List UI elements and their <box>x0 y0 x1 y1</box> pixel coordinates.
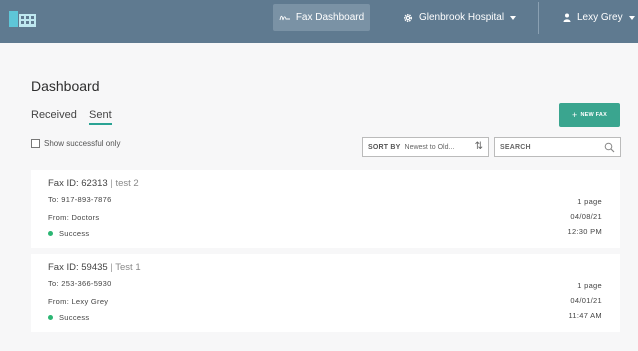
page-count: 1 page <box>577 197 602 206</box>
fax-time: 12:30 PM <box>567 227 602 236</box>
fax-recipient: To: 253-366-5930 <box>48 279 112 288</box>
fax-name: Test 1 <box>115 262 141 273</box>
plus-icon: + <box>572 110 578 120</box>
hospital-selector[interactable]: Glenbrook Hospital <box>403 4 517 31</box>
fax-id-separator: | <box>110 262 113 273</box>
fax-dashboard-tab[interactable]: Fax Dashboard <box>273 4 370 31</box>
fax-id-separator: | <box>110 178 113 189</box>
chevron-down-icon <box>628 15 635 20</box>
status-label: Success <box>59 313 90 322</box>
fax-name: test 2 <box>115 178 139 189</box>
signature-icon <box>279 15 290 20</box>
sort-order-icon[interactable]: ⇅ <box>475 141 483 152</box>
hospital-label: Glenbrook Hospital <box>419 12 505 23</box>
sort-label: SORT BY <box>368 143 401 151</box>
fax-id: 59435 <box>81 262 108 273</box>
sort-dropdown[interactable]: SORT BY Newest to Old... ⇅ <box>362 137 489 157</box>
app-logo-icon[interactable] <box>8 9 38 29</box>
fax-id-label: Fax ID: <box>48 178 79 189</box>
fax-meta: 1 page 04/01/21 11:47 AM <box>568 278 602 323</box>
fax-sender: From: Lexy Grey <box>48 297 109 306</box>
fax-date: 04/08/21 <box>570 212 602 221</box>
user-icon <box>563 13 571 22</box>
new-fax-button[interactable]: + NEW FAX <box>559 103 620 127</box>
fax-time: 11:47 AM <box>568 311 602 320</box>
fax-recipient: To: 917-893-7876 <box>48 195 112 204</box>
fax-id-line: Fax ID: 62313 | test 2 <box>48 178 139 189</box>
show-successful-toggle[interactable]: Show successful only <box>31 139 120 148</box>
fax-card[interactable]: Fax ID: 59435 | Test 1 To: 253-366-5930 … <box>31 254 620 332</box>
status-label: Success <box>59 229 90 238</box>
gear-icon <box>403 13 413 22</box>
new-fax-label: NEW FAX <box>580 112 607 118</box>
tab-sent[interactable]: Sent <box>89 109 112 125</box>
fax-date: 04/01/21 <box>570 296 602 305</box>
sort-value: Newest to Old... <box>404 143 455 151</box>
status-badge: Success <box>48 313 89 322</box>
page-title: Dashboard <box>31 78 100 94</box>
user-name: Lexy Grey <box>577 12 623 23</box>
fax-id-label: Fax ID: <box>48 262 79 273</box>
search-input[interactable]: SEARCH <box>494 137 621 157</box>
header-divider <box>538 2 539 34</box>
fax-meta: 1 page 04/08/21 12:30 PM <box>567 194 602 239</box>
page-count: 1 page <box>577 281 602 290</box>
fax-id-line: Fax ID: 59435 | Test 1 <box>48 262 141 273</box>
fax-card[interactable]: Fax ID: 62313 | test 2 To: 917-893-7876 … <box>31 170 620 248</box>
tab-received[interactable]: Received <box>31 109 77 121</box>
status-badge: Success <box>48 229 89 238</box>
show-successful-label: Show successful only <box>44 139 121 148</box>
user-menu[interactable]: Lexy Grey <box>563 4 635 31</box>
search-icon[interactable] <box>604 142 615 153</box>
success-dot-icon <box>48 231 53 236</box>
search-placeholder: SEARCH <box>500 143 531 151</box>
success-dot-icon <box>48 315 53 320</box>
fax-dashboard-label: Fax Dashboard <box>295 12 365 23</box>
fax-sender: From: Doctors <box>48 213 100 222</box>
top-navigation-bar: Fax Dashboard Glenbrook Hospital Lexy Gr… <box>0 0 638 43</box>
fax-id: 62313 <box>81 178 108 189</box>
show-successful-checkbox[interactable] <box>31 139 40 148</box>
chevron-down-icon <box>510 15 517 20</box>
